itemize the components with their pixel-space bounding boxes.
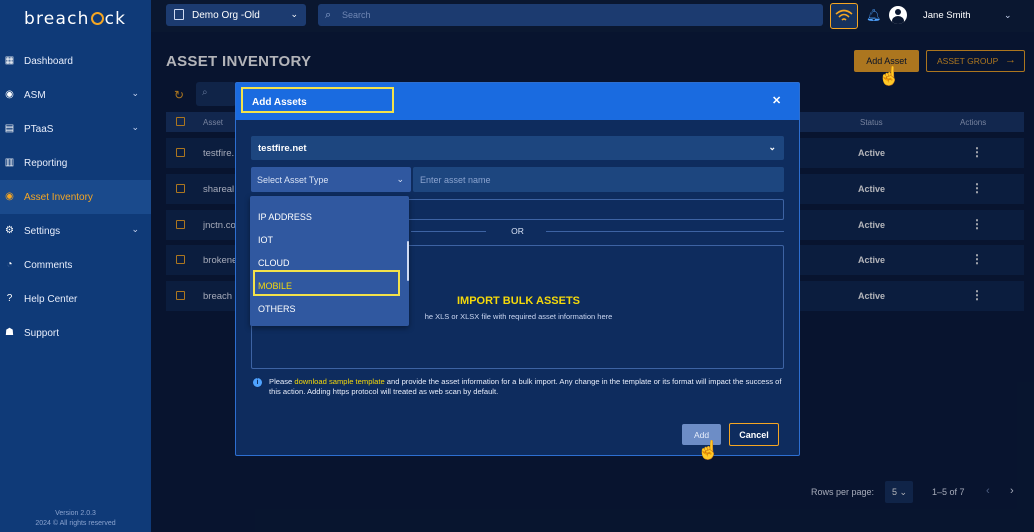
- sidebar-item-label: Comments: [24, 259, 73, 271]
- search-placeholder: Search: [342, 10, 371, 20]
- org-name: Demo Org -Old: [192, 9, 260, 21]
- sidebar-item-reporting[interactable]: ▥ Reporting: [0, 146, 151, 180]
- sidebar-item-asset-inventory[interactable]: ◉ Asset Inventory: [0, 180, 151, 214]
- option-ip-address[interactable]: IP ADDRESS: [258, 212, 312, 222]
- sidebar-item-label: Support: [24, 327, 60, 339]
- sidebar-item-label: ASM: [24, 89, 46, 101]
- help-icon: ?: [6, 293, 13, 304]
- option-cloud[interactable]: CLOUD: [258, 258, 290, 268]
- close-icon[interactable]: ✕: [772, 94, 781, 107]
- chevron-down-icon: ⌄: [290, 9, 298, 19]
- org-selector[interactable]: Demo Org -Old ⌄: [166, 4, 306, 26]
- sidebar-item-help-center[interactable]: ? Help Center: [0, 282, 151, 316]
- download-template-link[interactable]: download sample template: [294, 377, 384, 386]
- asset-name-input[interactable]: Enter asset name: [413, 167, 784, 192]
- chevron-down-icon: ⌄: [131, 224, 139, 234]
- dialog-header: Add Assets ✕: [236, 83, 799, 120]
- asset-type-dropdown: IP ADDRESS IOT CLOUD MOBILE OTHERS: [250, 196, 409, 326]
- chevron-down-icon[interactable]: ⌄: [1004, 10, 1012, 21]
- version-label: Version 2.0.3: [55, 510, 96, 517]
- bell-icon[interactable]: 🔔︎: [866, 8, 881, 22]
- chevron-down-icon: ⌄: [131, 88, 139, 98]
- option-others[interactable]: OTHERS: [258, 304, 296, 314]
- sidebar-item-label: Help Center: [24, 293, 78, 305]
- breachlock-logo[interactable]: breach ck: [24, 9, 126, 29]
- search-icon: ⌕: [325, 9, 332, 21]
- chevron-down-icon: ⌄: [396, 174, 404, 184]
- sidebar-item-label: Dashboard: [24, 55, 73, 67]
- divider: [546, 231, 784, 232]
- sidebar-item-support[interactable]: ☗ Support: [0, 316, 151, 350]
- support-icon: ☗: [5, 327, 14, 338]
- avatar[interactable]: [889, 6, 907, 24]
- domain-select[interactable]: testfire.net ⌄: [251, 136, 784, 160]
- asset-name-placeholder: Enter asset name: [420, 175, 491, 185]
- sidebar: breach ck ▦ Dashboard ◉ ASM ⌄ ▤ PTaaS ⌄ ▥ Repor…: [0, 0, 151, 532]
- dialog-title: Add Assets: [241, 87, 394, 113]
- sidebar-item-settings[interactable]: ⚙ Settings ⌄: [0, 214, 151, 248]
- hand-cursor-icon: ☝: [878, 66, 901, 86]
- building-icon: [174, 9, 184, 20]
- sidebar-item-label: Reporting: [24, 157, 68, 169]
- copyright-label: 2024 © All rights reserved: [35, 520, 116, 527]
- asset-type-select[interactable]: Select Asset Type ⌄: [251, 167, 411, 192]
- sidebar-item-asm[interactable]: ◉ ASM ⌄: [0, 78, 151, 112]
- sidebar-item-label: Asset Inventory: [24, 191, 93, 203]
- user-name[interactable]: Jane Smith: [923, 10, 971, 21]
- domain-value: testfire.net: [258, 143, 307, 154]
- sidebar-nav: ▦ Dashboard ◉ ASM ⌄ ▤ PTaaS ⌄ ▥ Reporting ◉ Ass…: [0, 44, 151, 350]
- option-iot[interactable]: IOT: [258, 235, 273, 245]
- option-mobile[interactable]: MOBILE: [258, 281, 292, 291]
- sidebar-item-comments[interactable]: ◔ Comments: [0, 248, 151, 282]
- note-text: Please: [269, 377, 295, 386]
- gear-icon: ⚙: [5, 225, 14, 236]
- sidebar-item-label: Settings: [24, 225, 61, 237]
- ptaas-icon: ▤: [4, 123, 15, 134]
- sidebar-item-label: PTaaS: [24, 123, 54, 135]
- scan-status-icon[interactable]: [830, 3, 858, 29]
- sidebar-item-ptaas[interactable]: ▤ PTaaS ⌄: [0, 112, 151, 146]
- dashboard-icon: ▦: [4, 55, 15, 66]
- bulk-import-note: Please download sample template and prov…: [269, 377, 787, 396]
- dropdown-scrollbar[interactable]: [407, 241, 409, 281]
- search-input[interactable]: ⌕ Search: [318, 4, 823, 26]
- chevron-down-icon: ⌄: [131, 122, 139, 132]
- comment-icon: ◔: [6, 259, 13, 270]
- asset-inventory-icon: ◉: [5, 191, 14, 202]
- chevron-down-icon: ⌄: [768, 142, 776, 152]
- asset-type-placeholder: Select Asset Type: [257, 175, 329, 185]
- report-icon: ▥: [4, 157, 15, 168]
- cancel-button[interactable]: Cancel: [729, 423, 779, 446]
- info-icon: i: [253, 378, 267, 387]
- target-icon: ◉: [5, 89, 14, 100]
- sidebar-item-dashboard[interactable]: ▦ Dashboard: [0, 44, 151, 78]
- hand-cursor-icon: ☝: [697, 440, 720, 460]
